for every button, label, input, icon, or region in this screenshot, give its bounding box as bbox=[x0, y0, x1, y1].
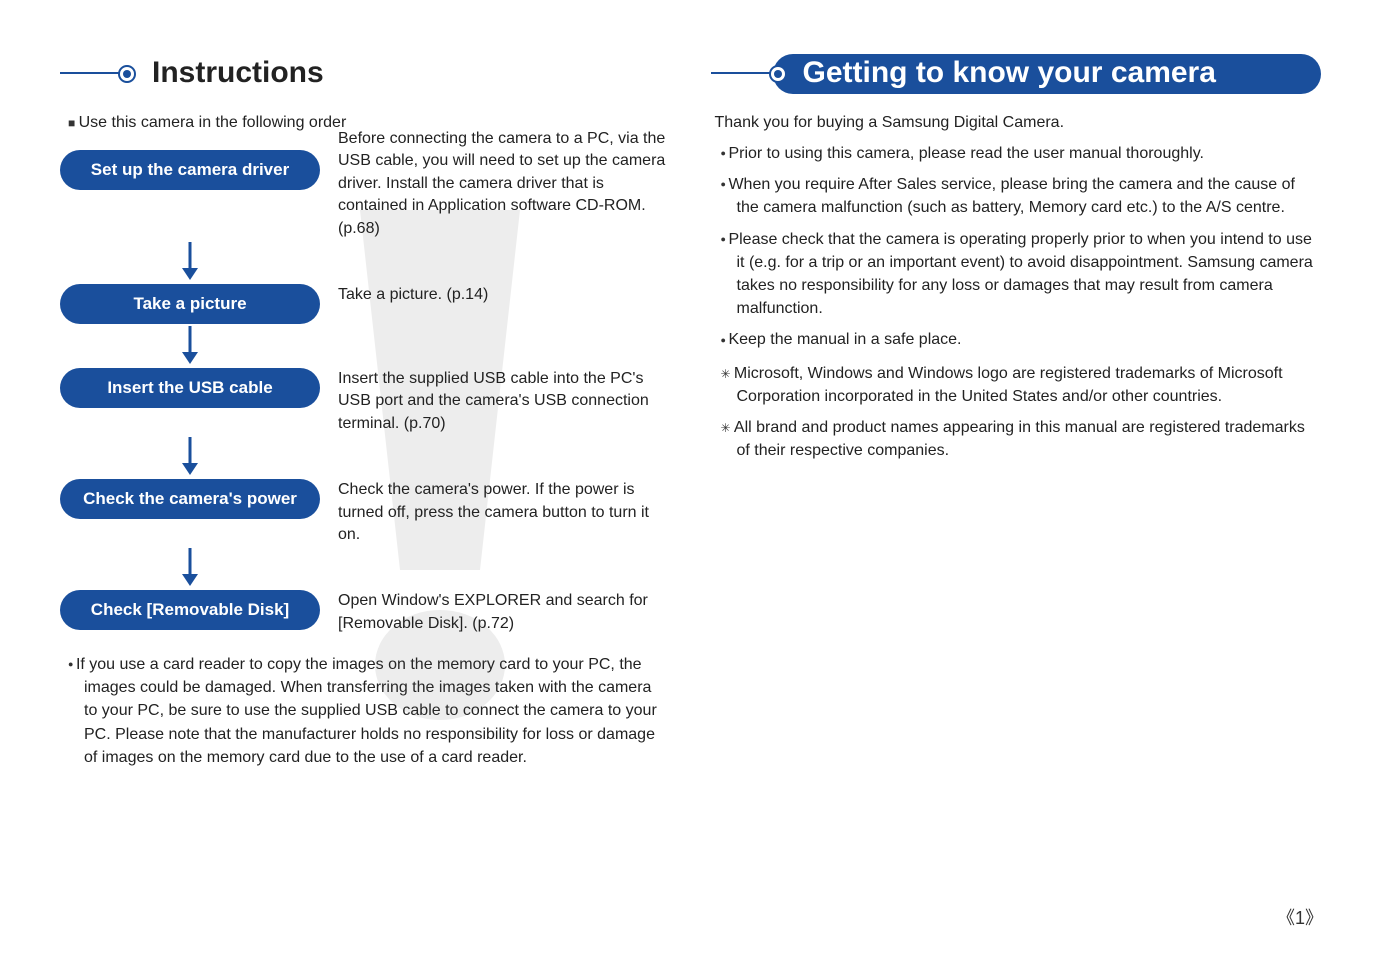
step-label: Check the camera's power bbox=[83, 489, 297, 509]
section-header-getting-to-know: Getting to know your camera bbox=[711, 50, 1322, 96]
page-number: 1 bbox=[1277, 904, 1323, 930]
instructions-title: Instructions bbox=[70, 56, 324, 90]
thank-you-line: Thank you for buying a Samsung Digital C… bbox=[715, 114, 1322, 132]
flow-arrow-icon bbox=[60, 324, 320, 368]
list-item: Microsoft, Windows and Windows logo are … bbox=[721, 362, 1322, 408]
step-desc: Check the camera's power. If the power i… bbox=[338, 479, 671, 546]
flow-arrow-icon bbox=[60, 546, 320, 590]
trademark-list: Microsoft, Windows and Windows logo are … bbox=[711, 362, 1322, 463]
step-label: Set up the camera driver bbox=[91, 160, 289, 180]
flow-step: Check [Removable Disk] Open Window's EXP… bbox=[60, 590, 671, 635]
list-item: Please check that the camera is operatin… bbox=[721, 228, 1322, 321]
flow-step: Insert the USB cable Insert the supplied… bbox=[60, 368, 671, 435]
step-pill-setup-driver: Set up the camera driver bbox=[60, 150, 320, 190]
step-desc: Take a picture. (p.14) bbox=[338, 284, 488, 306]
flow-step: Take a picture Take a picture. (p.14) bbox=[60, 284, 671, 324]
step-pill-take-picture: Take a picture bbox=[60, 284, 320, 324]
step-desc: Insert the supplied USB cable into the P… bbox=[338, 368, 671, 435]
guideline-list: Prior to using this camera, please read … bbox=[711, 142, 1322, 352]
step-desc: Before connecting the camera to a PC, vi… bbox=[338, 128, 671, 240]
left-column: Instructions Use this camera in the foll… bbox=[60, 50, 671, 769]
step-pill-check-power: Check the camera's power bbox=[60, 479, 320, 519]
list-item: Prior to using this camera, please read … bbox=[721, 142, 1322, 165]
right-column: Getting to know your camera Thank you fo… bbox=[711, 50, 1322, 769]
card-reader-warning: If you use a card reader to copy the ima… bbox=[60, 635, 671, 769]
flow-step: Set up the camera driver Before connecti… bbox=[60, 150, 671, 240]
list-item: Keep the manual in a safe place. bbox=[721, 328, 1322, 351]
step-desc: Open Window's EXPLORER and search for [R… bbox=[338, 590, 671, 635]
setup-flow: Set up the camera driver Before connecti… bbox=[60, 150, 671, 635]
flow-arrow-icon bbox=[60, 435, 320, 479]
flow-arrow-icon bbox=[60, 240, 320, 284]
flow-step: Check the camera's power Check the camer… bbox=[60, 479, 671, 546]
getting-to-know-title: Getting to know your camera bbox=[721, 56, 1216, 90]
list-item: When you require After Sales service, pl… bbox=[721, 173, 1322, 219]
step-label: Take a picture bbox=[133, 294, 246, 314]
step-label: Check [Removable Disk] bbox=[91, 600, 289, 620]
step-pill-check-removable-disk: Check [Removable Disk] bbox=[60, 590, 320, 630]
section-header-instructions: Instructions bbox=[60, 50, 671, 96]
step-label: Insert the USB cable bbox=[107, 378, 272, 398]
list-item: All brand and product names appearing in… bbox=[721, 416, 1322, 462]
step-pill-insert-usb: Insert the USB cable bbox=[60, 368, 320, 408]
